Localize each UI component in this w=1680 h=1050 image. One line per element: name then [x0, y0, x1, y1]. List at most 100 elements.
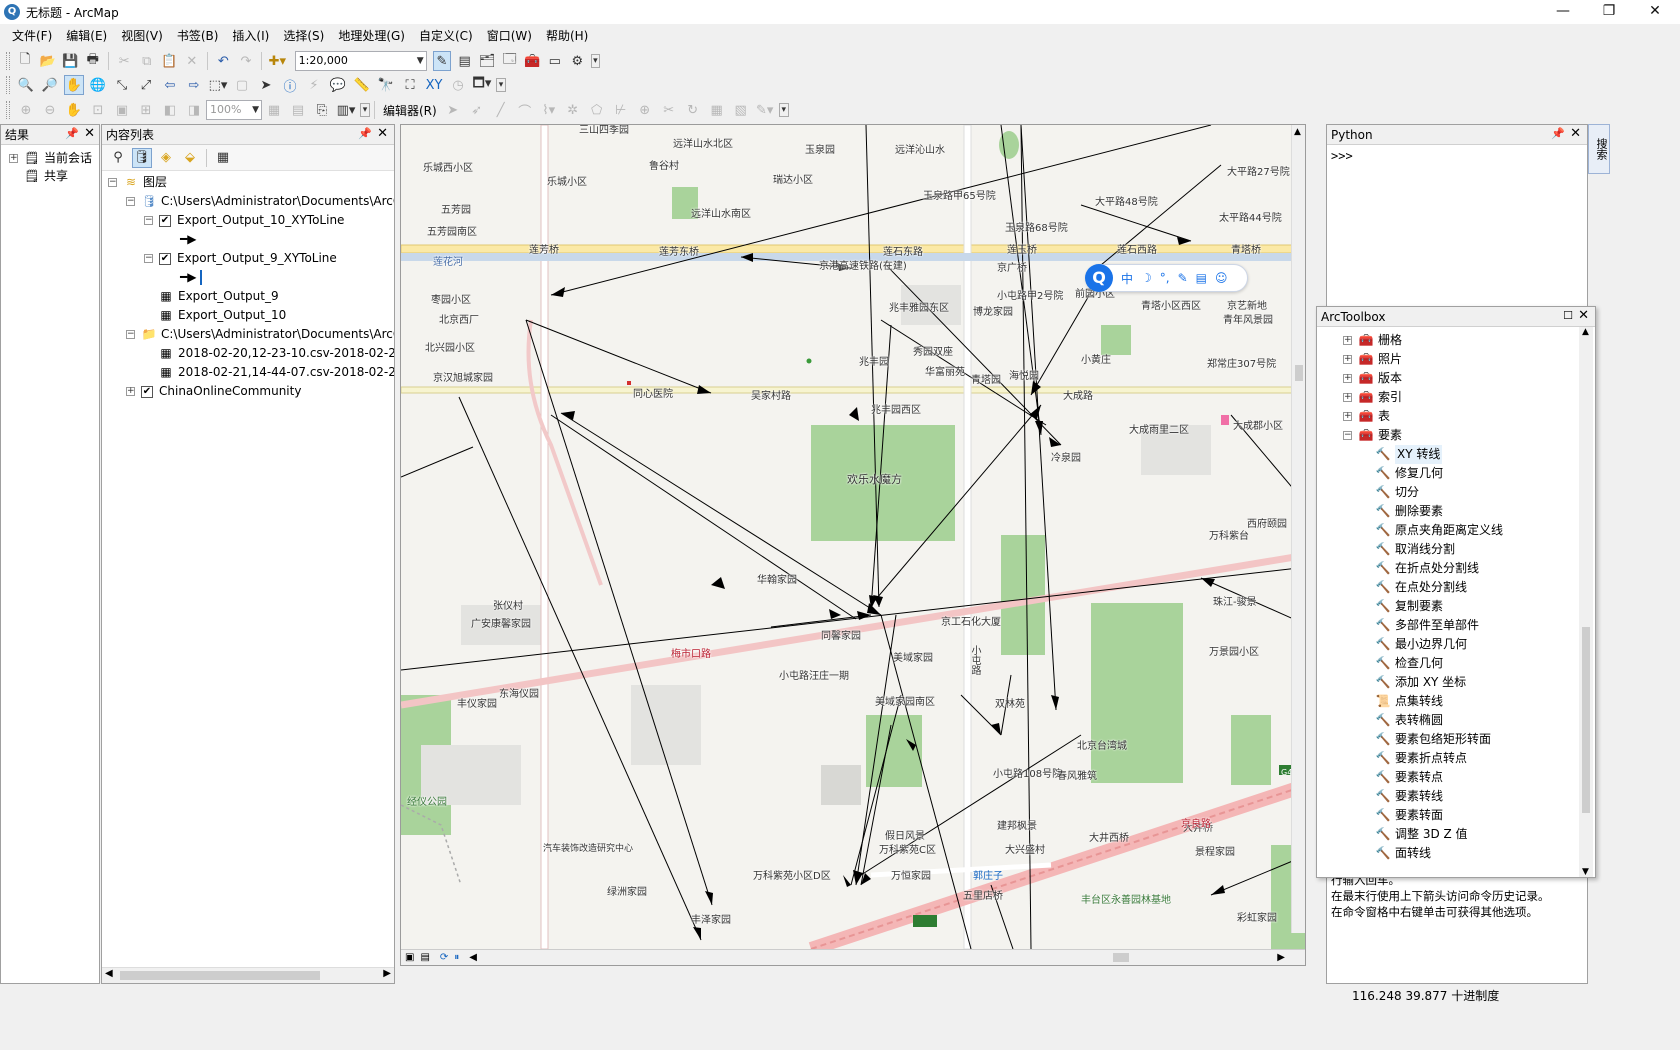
- tool-item[interactable]: 🔨 表转椭圆: [1375, 711, 1444, 730]
- python-window-icon[interactable]: ▭: [546, 51, 565, 71]
- list-by-selection-icon[interactable]: ⬙: [180, 148, 200, 168]
- edit-annotation-icon[interactable]: ➶: [467, 100, 487, 120]
- back-extent-icon[interactable]: ⇦: [160, 75, 180, 95]
- straight-segment-icon[interactable]: ╱: [491, 100, 511, 120]
- expand-icon[interactable]: +: [9, 154, 18, 163]
- catalog-window-icon[interactable]: 🗂: [478, 51, 497, 71]
- scroll-up-icon[interactable]: ▲: [1582, 327, 1589, 337]
- find-icon[interactable]: 🔭: [376, 75, 396, 95]
- search-window-icon[interactable]: 🗔: [500, 51, 519, 71]
- rotate-icon[interactable]: ↻: [683, 100, 703, 120]
- layout-zoom-combo[interactable]: 100% ▼: [206, 100, 262, 120]
- ime-halfwidth-icon[interactable]: ☽: [1141, 271, 1152, 285]
- tool-item[interactable]: 🔨 面转线: [1375, 844, 1432, 863]
- close-icon[interactable]: ✕: [377, 126, 388, 141]
- tool-item[interactable]: 🔨 复制要素: [1375, 597, 1444, 616]
- pause-drawing-icon[interactable]: ⏸: [454, 952, 459, 963]
- maximize-icon[interactable]: ☐: [1563, 309, 1573, 322]
- attributes-icon[interactable]: ▦: [707, 100, 727, 120]
- minimize-button[interactable]: —: [1540, 0, 1586, 24]
- fixed-zoom-in-icon[interactable]: ⤡: [112, 75, 132, 95]
- create-viewer-icon[interactable]: 🗖▾: [472, 75, 492, 95]
- toolbar-overflow-icon[interactable]: ▾: [590, 54, 601, 68]
- save-icon[interactable]: 💾: [61, 51, 80, 71]
- tool-item[interactable]: 🔨 检查几何: [1375, 654, 1444, 673]
- tree-item-shared[interactable]: 🗒 共享: [24, 167, 68, 186]
- find-route-icon[interactable]: ⛶: [400, 75, 420, 95]
- toolset-tables[interactable]: + 🧰 表: [1343, 407, 1390, 426]
- toc-table-output-9[interactable]: ▦ Export_Output_9: [158, 287, 278, 306]
- tool-item[interactable]: 🔨 最小边界几何: [1375, 635, 1468, 654]
- tool-item[interactable]: 🔨 删除要素: [1375, 502, 1444, 521]
- close-icon[interactable]: ✕: [1570, 126, 1581, 141]
- forward-extent-icon[interactable]: ⇨: [184, 75, 204, 95]
- toolbar-overflow-icon[interactable]: ▾: [360, 103, 370, 117]
- menu-insert[interactable]: 插入(I): [226, 25, 275, 47]
- layout-pan-icon[interactable]: ✋: [64, 100, 84, 120]
- toc-layer-basemap[interactable]: + ✔ ChinaOnlineCommunity: [126, 382, 301, 401]
- zoom-in-icon[interactable]: 🔍: [16, 75, 36, 95]
- change-layout-icon[interactable]: ⎘: [312, 100, 332, 120]
- create-features-icon[interactable]: ✎▾: [755, 100, 775, 120]
- copy-icon[interactable]: ⧉: [138, 51, 157, 71]
- tool-item[interactable]: 🔨 修复几何: [1375, 464, 1444, 483]
- data-view-icon[interactable]: ▣: [405, 952, 414, 963]
- menu-selection[interactable]: 选择(S): [277, 25, 330, 47]
- collapse-icon[interactable]: −: [108, 178, 117, 187]
- ime-punctuation-icon[interactable]: °,: [1160, 271, 1170, 285]
- redo-icon[interactable]: ↷: [237, 51, 256, 71]
- go-back-extent-icon[interactable]: ◧: [160, 100, 180, 120]
- expand-icon[interactable]: +: [1343, 412, 1352, 421]
- toc-gdb-1[interactable]: − 🛢 C:\Users\Administrator\Documents\Arc…: [126, 192, 394, 211]
- map-vertical-scrollbar[interactable]: ▲: [1291, 125, 1305, 933]
- toolbar-grip[interactable]: [6, 52, 10, 70]
- point-icon[interactable]: ✲: [563, 100, 583, 120]
- trace-icon[interactable]: ⌇▾: [539, 100, 559, 120]
- ime-tools-icon[interactable]: ✎: [1178, 271, 1188, 285]
- toggle-draft-icon[interactable]: ▦: [264, 100, 284, 120]
- cut-icon[interactable]: ✂: [115, 51, 134, 71]
- tool-item[interactable]: 🔨 切分: [1375, 483, 1420, 502]
- expand-icon[interactable]: +: [1343, 355, 1352, 364]
- tool-item[interactable]: 🔨 要素折点转点: [1375, 749, 1468, 768]
- arctoolbox-vertical-scrollbar[interactable]: ▲ ▼: [1579, 327, 1593, 877]
- toolset-features[interactable]: − 🧰 要素: [1343, 426, 1402, 445]
- hyperlink-icon[interactable]: ⚡: [304, 75, 324, 95]
- add-data-icon[interactable]: ✚▾: [268, 51, 287, 71]
- ime-chinese-mode-icon[interactable]: 中: [1121, 270, 1133, 287]
- toc-layer-xytoline-9[interactable]: − ✔ Export_Output_9_XYToLine: [144, 249, 337, 268]
- pin-icon[interactable]: 📌: [65, 127, 79, 140]
- scrollbar-thumb[interactable]: [1582, 627, 1590, 813]
- layer-visibility-checkbox[interactable]: ✔: [141, 385, 153, 398]
- tool-item[interactable]: 🔨 在折点处分割线: [1375, 559, 1480, 578]
- scrollbar-thumb[interactable]: [1113, 953, 1129, 962]
- list-by-source-icon[interactable]: 🛢: [132, 147, 152, 168]
- close-icon[interactable]: ✕: [1578, 308, 1589, 323]
- refresh-icon[interactable]: ⟳: [440, 952, 448, 963]
- tool-item[interactable]: 🔨 取消线分割: [1375, 540, 1456, 559]
- measure-icon[interactable]: 📏: [352, 75, 372, 95]
- open-folder-icon[interactable]: 📂: [38, 51, 57, 71]
- fixed-zoom-out-icon[interactable]: ⤢: [136, 75, 156, 95]
- layout-view-icon[interactable]: ▤: [420, 952, 429, 963]
- menu-windows[interactable]: 窗口(W): [481, 25, 538, 47]
- toc-horizontal-scrollbar[interactable]: ◀ ▶: [102, 967, 394, 983]
- collapse-icon[interactable]: −: [144, 216, 153, 225]
- expand-icon[interactable]: +: [1343, 374, 1352, 383]
- ime-clipboard-icon[interactable]: ▤: [1196, 271, 1207, 285]
- collapse-icon[interactable]: −: [144, 254, 153, 263]
- map-view[interactable]: 三山四季园 乐城西小区 乐城小区 五芳园 五芳园南区 远洋山水北区 鲁谷村 远洋…: [400, 124, 1306, 966]
- map-scale-combo[interactable]: 1:20,000 ▼: [294, 51, 427, 71]
- fixed-zoom-icon[interactable]: ⊞: [136, 100, 156, 120]
- toolbar-overflow-icon[interactable]: ▾: [778, 103, 789, 117]
- zoom-whole-page-icon[interactable]: ⊡: [88, 100, 108, 120]
- split-icon[interactable]: ✂: [659, 100, 679, 120]
- search-side-tab[interactable]: 搜索: [1588, 124, 1610, 174]
- go-forward-extent-icon[interactable]: ◨: [184, 100, 204, 120]
- print-icon[interactable]: 🖶: [84, 51, 103, 71]
- pan-icon[interactable]: ✋: [64, 75, 84, 95]
- close-button[interactable]: ✕: [1632, 0, 1678, 24]
- modelbuilder-icon[interactable]: ⚙: [568, 51, 587, 71]
- paste-icon[interactable]: 📋: [160, 51, 179, 71]
- layer-visibility-checkbox[interactable]: ✔: [159, 214, 171, 227]
